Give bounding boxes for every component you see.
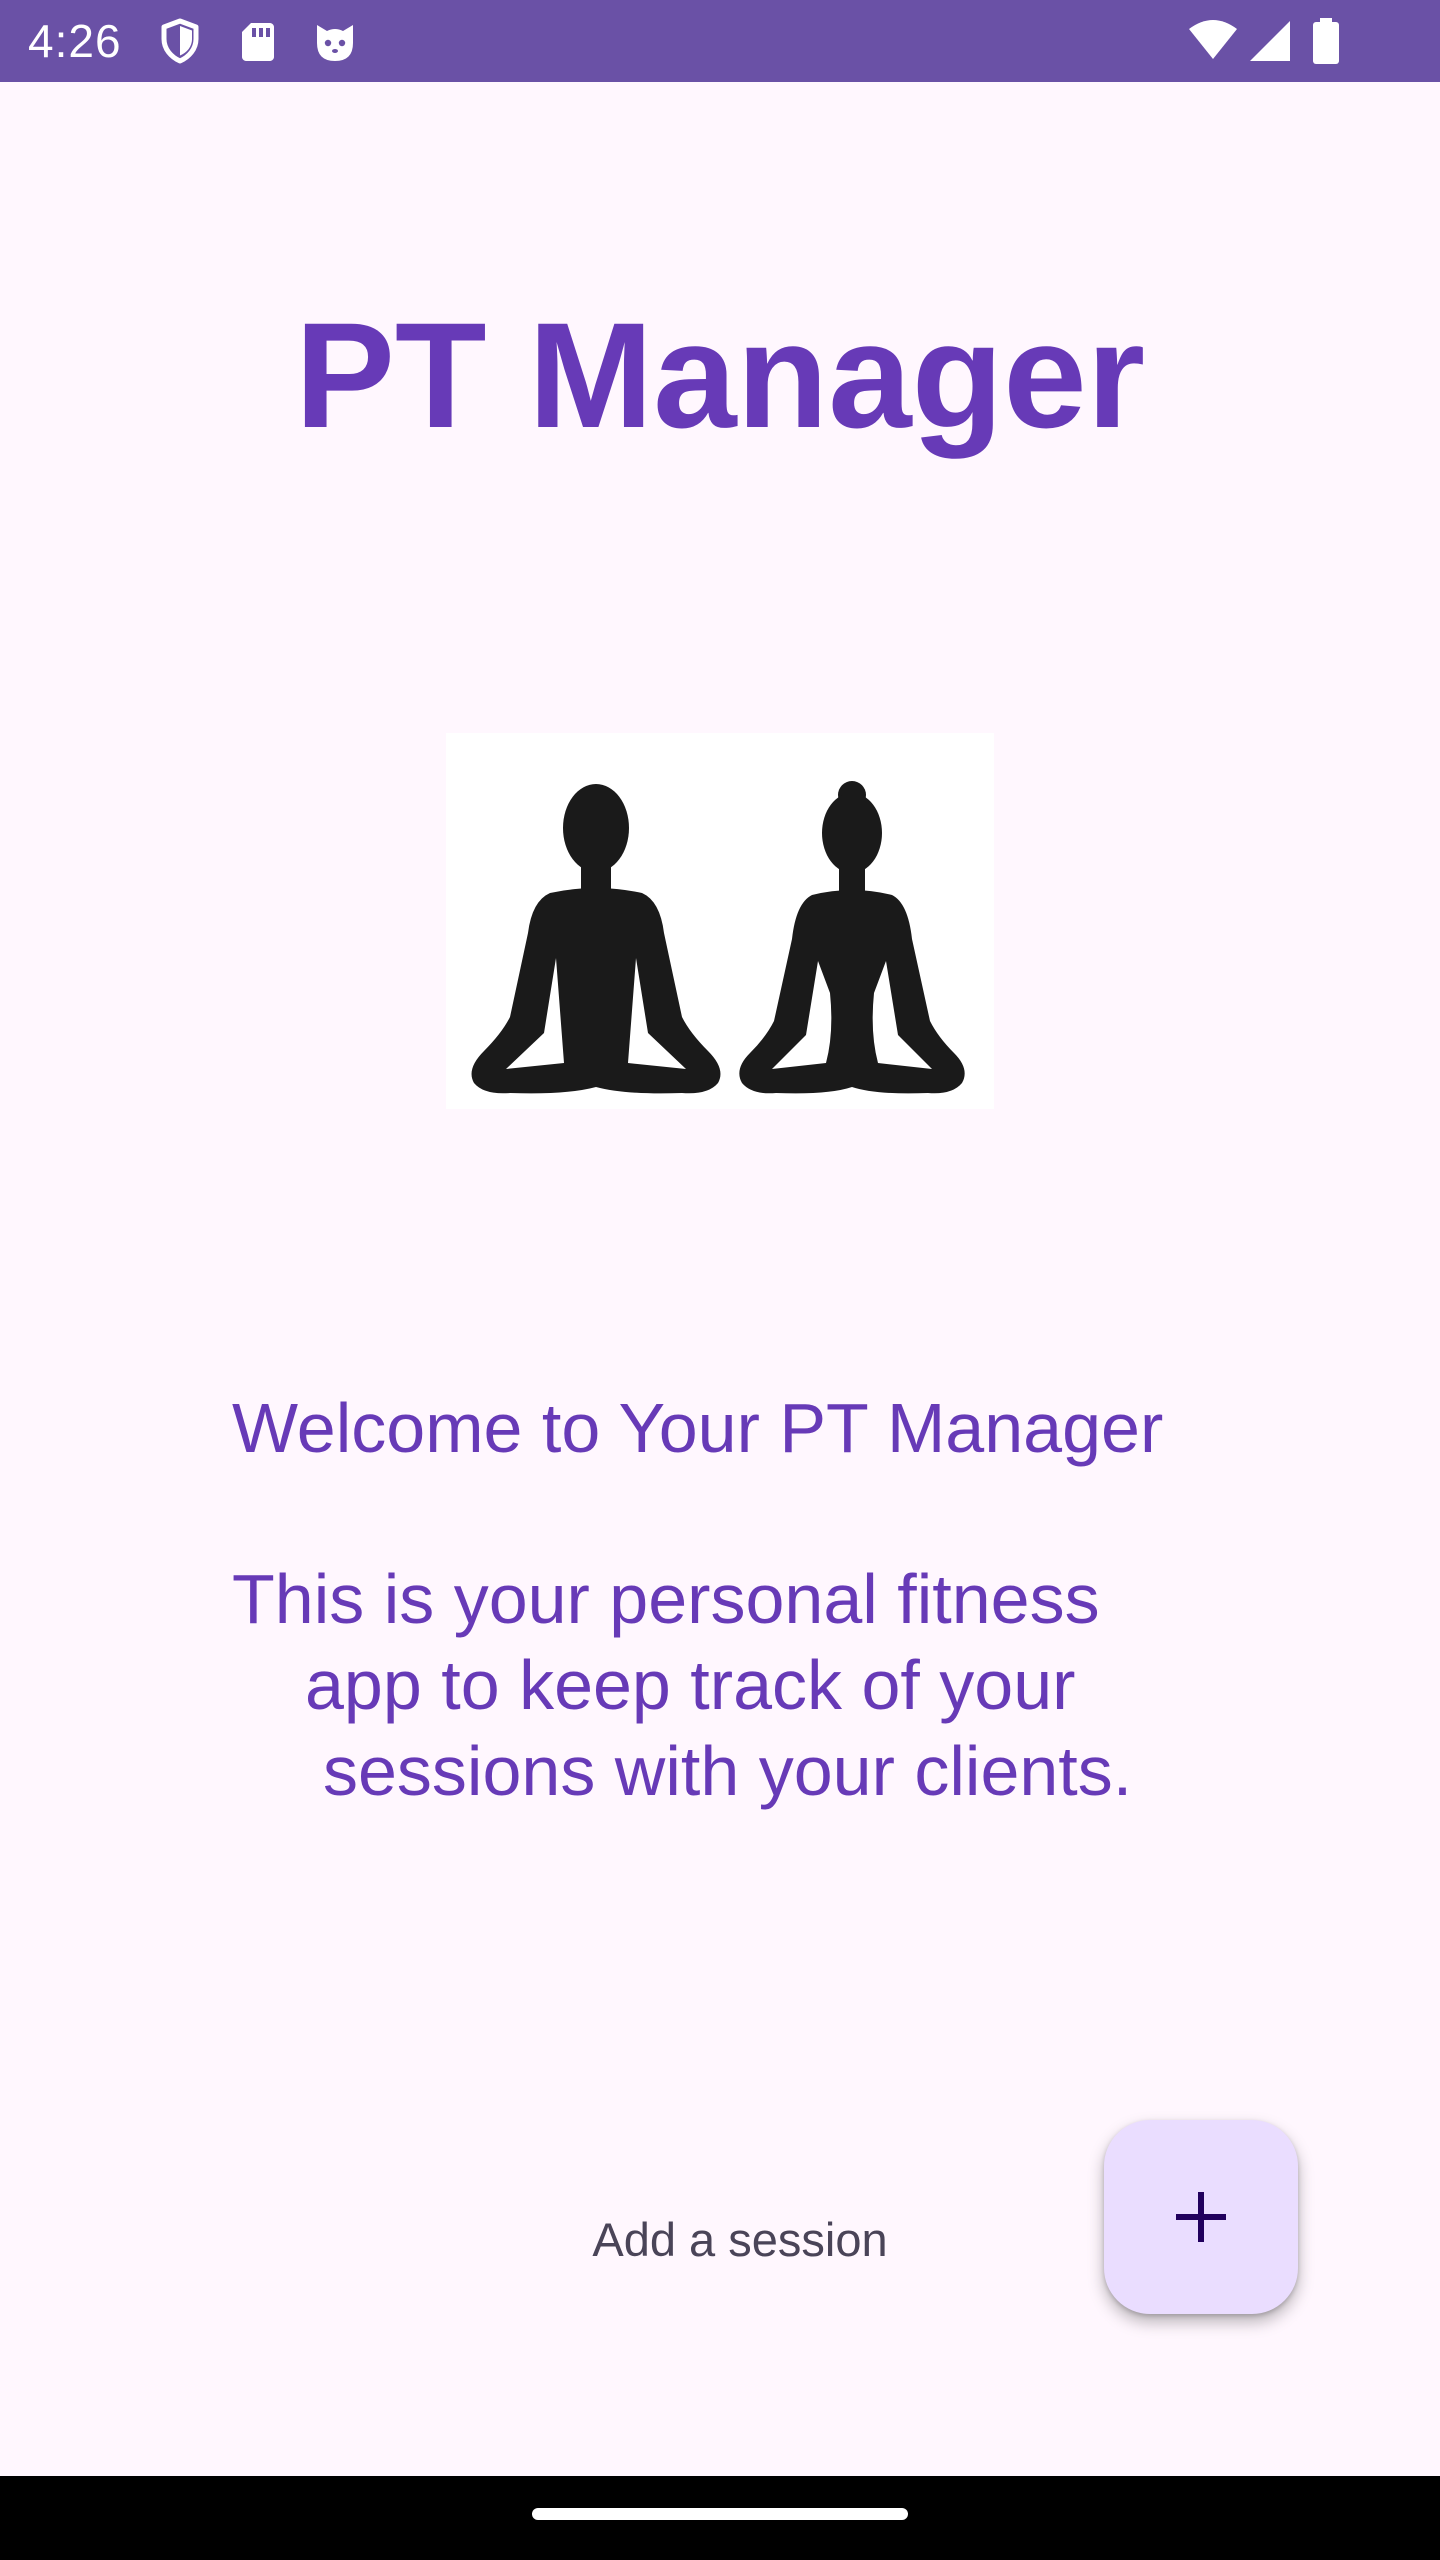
app-title: PT Manager xyxy=(294,291,1146,459)
cat-face-icon xyxy=(311,17,359,65)
gesture-handle[interactable] xyxy=(532,2508,908,2520)
wifi-icon xyxy=(1187,17,1239,65)
plus-icon xyxy=(1176,2192,1226,2242)
status-bar: 4:26 xyxy=(0,0,1440,82)
add-session-button[interactable] xyxy=(1104,2120,1298,2314)
meditating-woman-figure xyxy=(739,781,965,1094)
meditating-man-figure xyxy=(471,784,721,1094)
status-time: 4:26 xyxy=(28,15,122,67)
welcome-heading: Welcome to Your PT Manager xyxy=(232,1389,1164,1467)
welcome-body-line-3: sessions with your clients. xyxy=(323,1732,1133,1810)
welcome-body-line-1: This is your personal fitness xyxy=(232,1560,1100,1638)
cellular-signal-icon xyxy=(1246,17,1294,65)
welcome-body-line-2: app to keep track of your xyxy=(305,1646,1076,1724)
sd-card-icon xyxy=(234,17,282,65)
meditating-people-icon xyxy=(446,733,994,1109)
shield-icon xyxy=(156,17,204,65)
battery-icon xyxy=(1310,17,1342,65)
